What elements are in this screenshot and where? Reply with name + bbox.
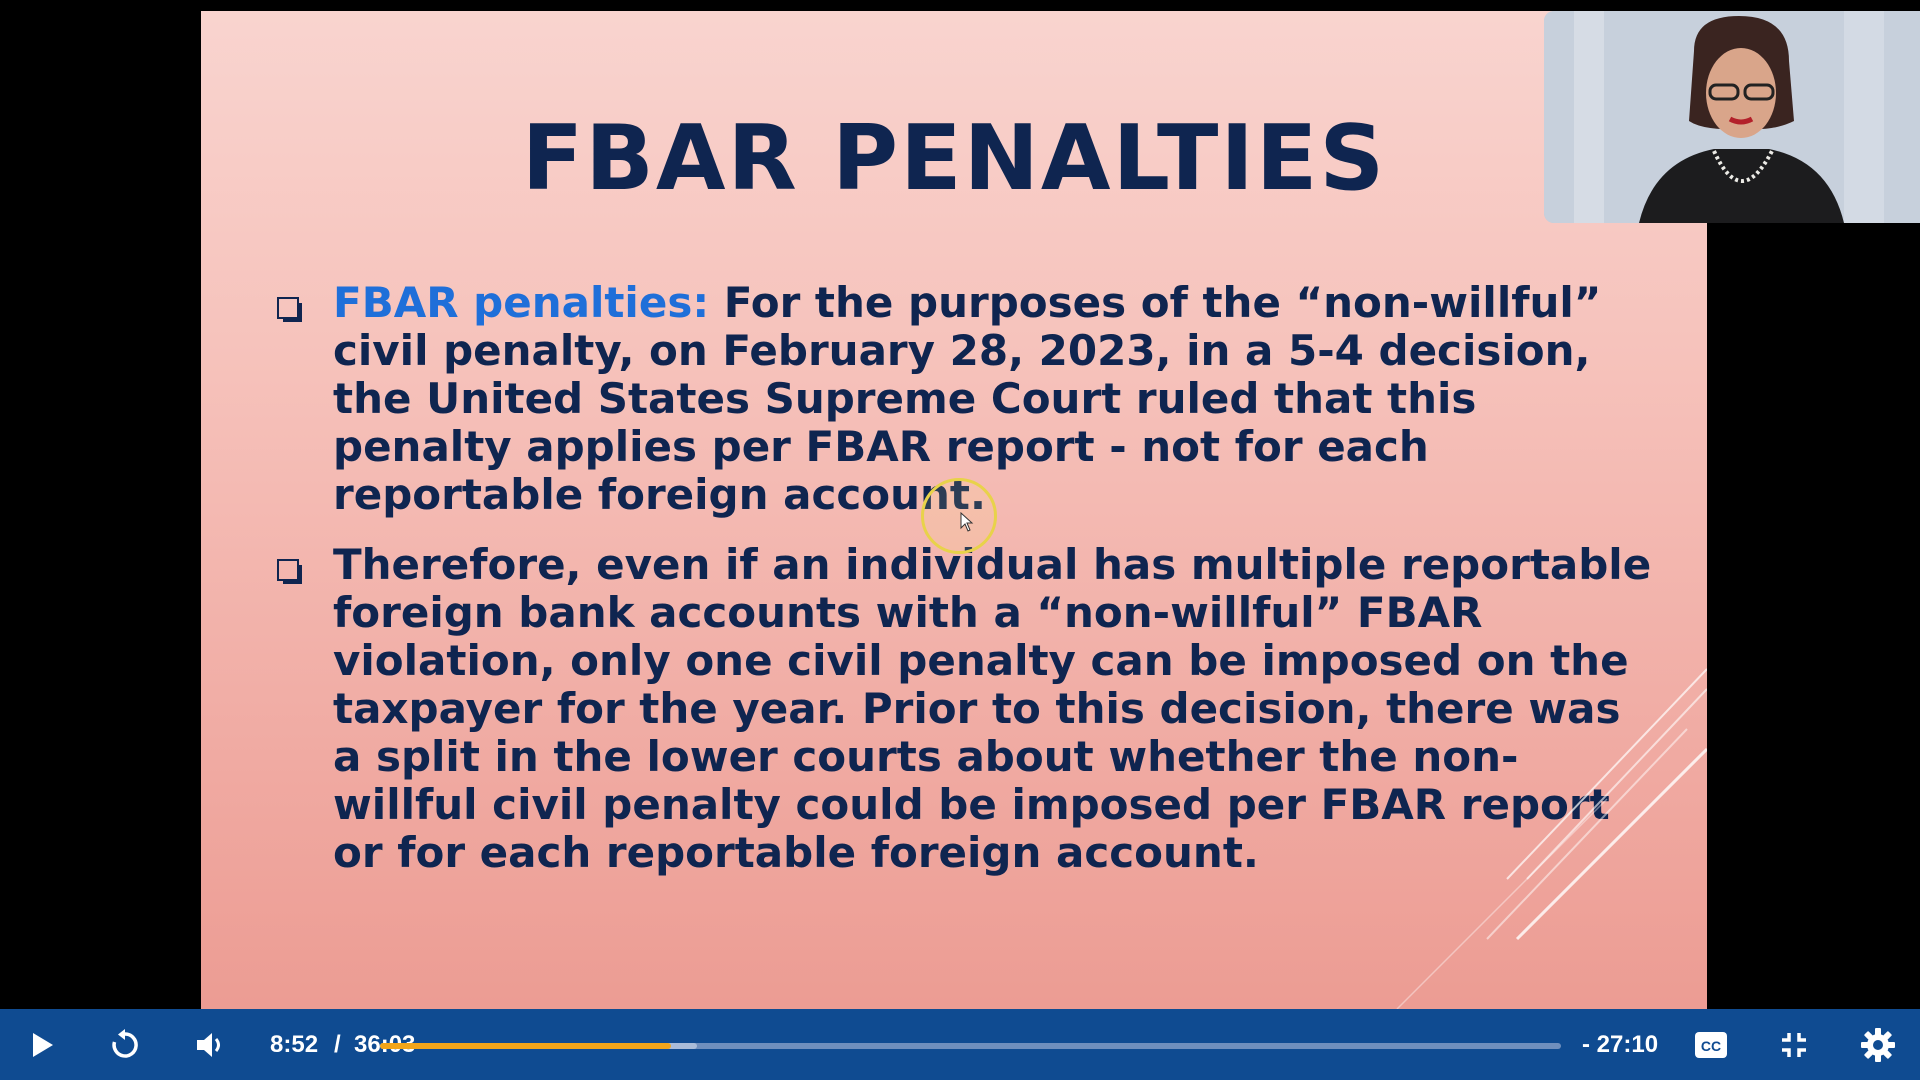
slide-title: FBAR PENALTIES	[521, 106, 1387, 211]
checkbox-bullet-icon	[277, 297, 302, 322]
play-icon	[33, 1032, 53, 1057]
exit-fullscreen-button[interactable]	[1769, 1009, 1819, 1080]
volume-icon	[197, 1032, 220, 1057]
presentation-slide: FBAR PENALTIES FBAR penalties: For the p…	[201, 11, 1707, 1009]
decorative-lines	[1396, 668, 1707, 1009]
bullet-text: FBAR penalties: For the purposes of the …	[333, 279, 1663, 519]
svg-text:CC: CC	[1701, 1038, 1721, 1054]
replay-button[interactable]	[100, 1009, 150, 1080]
progress-played	[380, 1043, 671, 1049]
time-separator: /	[334, 1030, 341, 1058]
bullet-highlight: FBAR penalties:	[333, 278, 710, 327]
captions-button[interactable]: CC	[1686, 1009, 1736, 1080]
remaining-time: - 27:10	[1582, 1030, 1659, 1058]
mouse-cursor-icon	[960, 512, 974, 532]
settings-button[interactable]	[1853, 1009, 1903, 1080]
volume-button[interactable]	[185, 1009, 235, 1080]
presenter-avatar-icon	[1544, 11, 1920, 223]
checkbox-bullet-icon	[277, 559, 302, 584]
presenter-webcam	[1544, 11, 1920, 223]
progress-bar[interactable]	[380, 1043, 1561, 1049]
play-button[interactable]	[18, 1009, 68, 1080]
video-stage[interactable]: FBAR PENALTIES FBAR penalties: For the p…	[0, 0, 1920, 1009]
current-time: 8:52	[270, 1030, 319, 1058]
gear-icon	[1861, 1027, 1895, 1062]
exit-fullscreen-icon	[1782, 1032, 1806, 1057]
cursor-highlight	[921, 478, 997, 554]
replay-icon	[112, 1028, 138, 1058]
captions-icon: CC	[1695, 1031, 1727, 1058]
